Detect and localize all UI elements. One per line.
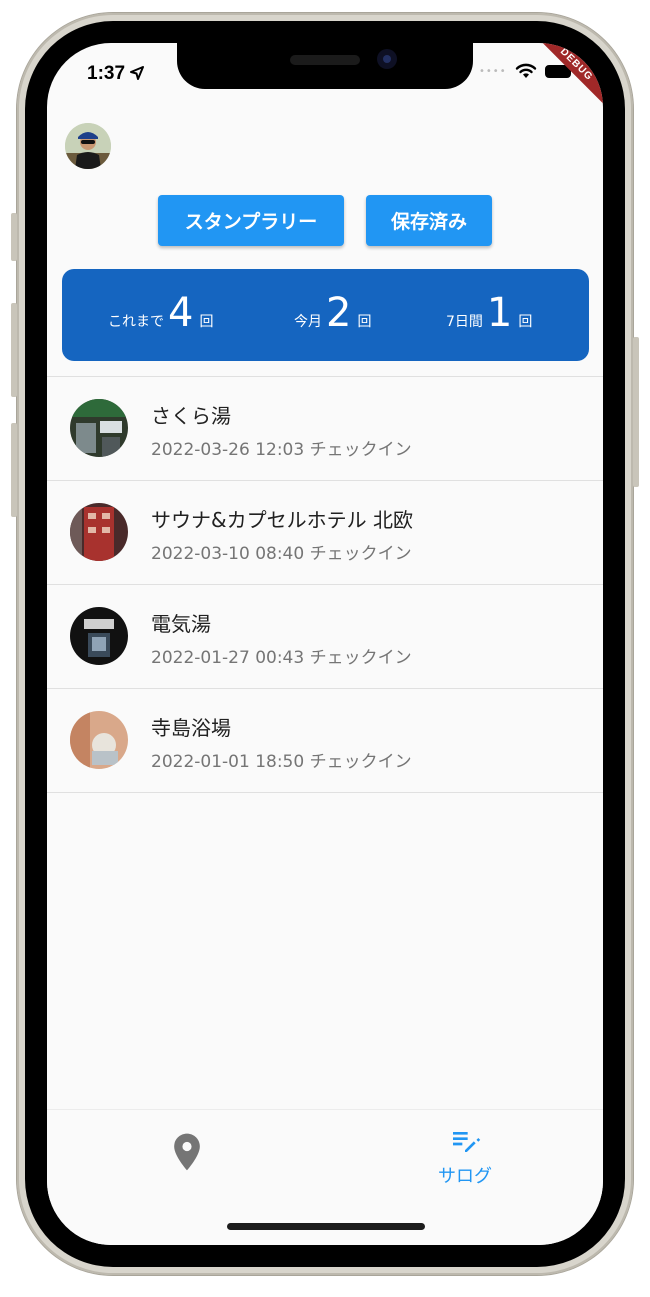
volume-down-button — [11, 423, 17, 517]
stat-month-unit: 回 — [357, 314, 372, 330]
stat-month-value: 2 — [326, 290, 352, 336]
edit-note-icon — [453, 1132, 481, 1152]
stat-month: 今月 2 回 — [294, 293, 371, 333]
stat-week-label: 7日間 — [446, 314, 483, 330]
power-button — [633, 337, 639, 487]
sento-name: 寺島浴場 — [151, 716, 231, 740]
checkin-datetime: 2022-03-10 08:40 チェックイン — [151, 544, 412, 564]
wifi-icon — [515, 63, 536, 78]
checkin-datetime: 2022-03-26 12:03 チェックイン — [151, 440, 412, 460]
stat-total: これまで 4 回 — [108, 293, 213, 333]
checkin-datetime: 2022-01-27 00:43 チェックイン — [151, 648, 412, 668]
stat-week-value: 1 — [486, 290, 513, 336]
status-time: 1:37 — [87, 63, 145, 85]
stat-month-label: 今月 — [294, 314, 322, 330]
checkin-list-item[interactable]: サウナ&カプセルホテル 北欧 2022-03-10 08:40 チェックイン — [47, 481, 603, 585]
notch — [177, 43, 473, 89]
sento-name: 電気湯 — [151, 612, 211, 636]
stat-total-unit: 回 — [199, 314, 214, 330]
volume-up-button — [11, 303, 17, 397]
speaker — [290, 55, 360, 65]
stat-total-label: これまで — [108, 314, 164, 330]
checkin-datetime: 2022-01-01 18:50 チェックイン — [151, 752, 412, 772]
stat-week-unit: 回 — [518, 314, 533, 330]
app-screen: 1:37 •••• DEBUG スタンプラリー 保存済み これまで 4 回 今月… — [47, 43, 603, 1245]
stamp-rally-button[interactable]: スタンプラリー — [158, 195, 344, 246]
sento-thumbnail — [70, 503, 128, 561]
nav-map-tab[interactable] — [165, 1130, 209, 1174]
signal-dots-icon: •••• — [479, 65, 507, 77]
sento-thumbnail — [70, 399, 128, 457]
checkin-list-item[interactable]: さくら湯 2022-03-26 12:03 チェックイン — [47, 377, 603, 481]
silent-switch — [11, 213, 17, 261]
checkin-list-item[interactable]: 電気湯 2022-01-27 00:43 チェックイン — [47, 585, 603, 689]
sento-thumbnail — [70, 607, 128, 665]
list-divider — [47, 792, 603, 793]
sento-thumbnail — [70, 711, 128, 769]
status-indicators: •••• — [479, 63, 571, 79]
nav-log-tab[interactable]: サログ — [417, 1124, 513, 1188]
checkin-list-item[interactable]: 寺島浴場 2022-01-01 18:50 チェックイン — [47, 689, 603, 793]
home-indicator[interactable] — [227, 1223, 425, 1230]
stat-week: 7日間 1 回 — [446, 293, 532, 333]
user-avatar[interactable] — [65, 123, 111, 169]
visit-stats-card: これまで 4 回 今月 2 回 7日間 1 回 — [62, 269, 589, 361]
nav-log-label: サログ — [438, 1166, 492, 1187]
location-pin-icon — [174, 1133, 200, 1171]
stat-total-value: 4 — [168, 290, 194, 336]
front-camera — [377, 49, 397, 69]
saved-button[interactable]: 保存済み — [366, 195, 492, 246]
sento-name: さくら湯 — [151, 404, 231, 428]
sento-name: サウナ&カプセルホテル 北欧 — [151, 508, 413, 532]
location-arrow-icon — [130, 66, 145, 80]
